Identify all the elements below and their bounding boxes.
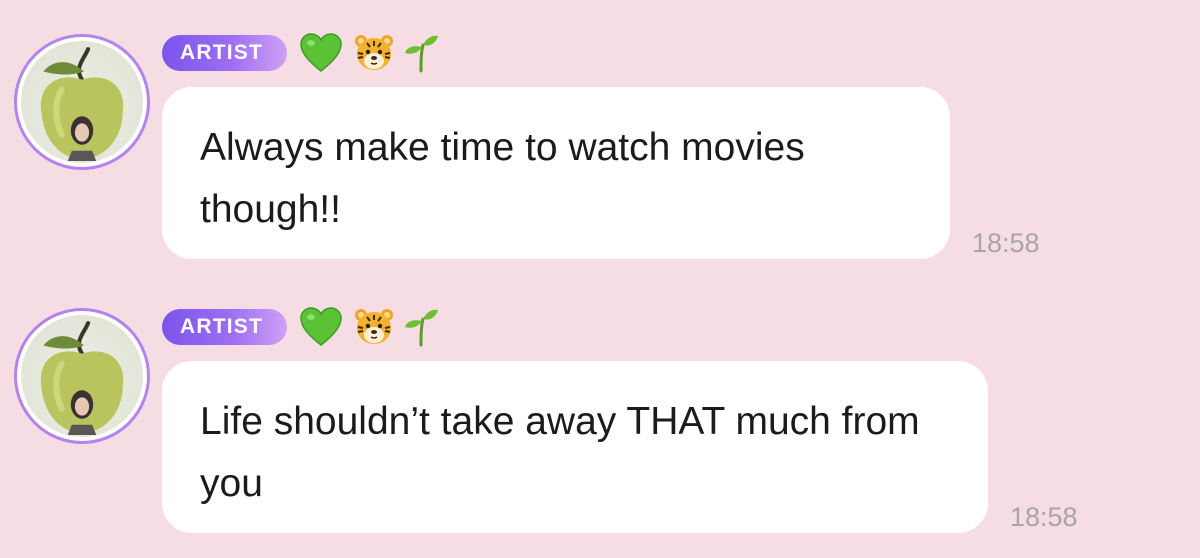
avatar[interactable] (14, 34, 150, 170)
green-heart-icon (299, 33, 343, 73)
sender-badge-row: ARTIST (162, 32, 439, 74)
avatar[interactable] (14, 308, 150, 444)
artist-badge[interactable]: ARTIST (162, 309, 288, 345)
message-bubble[interactable]: Life shouldn’t take away THAT much from … (162, 361, 988, 533)
artist-badge[interactable]: ARTIST (162, 35, 288, 71)
green-heart-icon (299, 307, 343, 347)
message-timestamp: 18:58 (1010, 502, 1078, 532)
message-text: Always make time to watch movies though!… (200, 126, 805, 231)
green-apple-avatar-icon (21, 315, 143, 437)
tiger-face-icon (353, 307, 395, 347)
seedling-icon (403, 307, 439, 347)
sender-badge-row: ARTIST (162, 306, 439, 348)
tiger-face-icon (353, 33, 395, 73)
seedling-icon (403, 33, 439, 73)
message-bubble[interactable]: Always make time to watch movies though!… (162, 87, 950, 259)
message-text: Life shouldn’t take away THAT much from … (200, 400, 920, 505)
green-apple-avatar-icon (21, 41, 143, 163)
message-timestamp: 18:58 (972, 228, 1040, 258)
